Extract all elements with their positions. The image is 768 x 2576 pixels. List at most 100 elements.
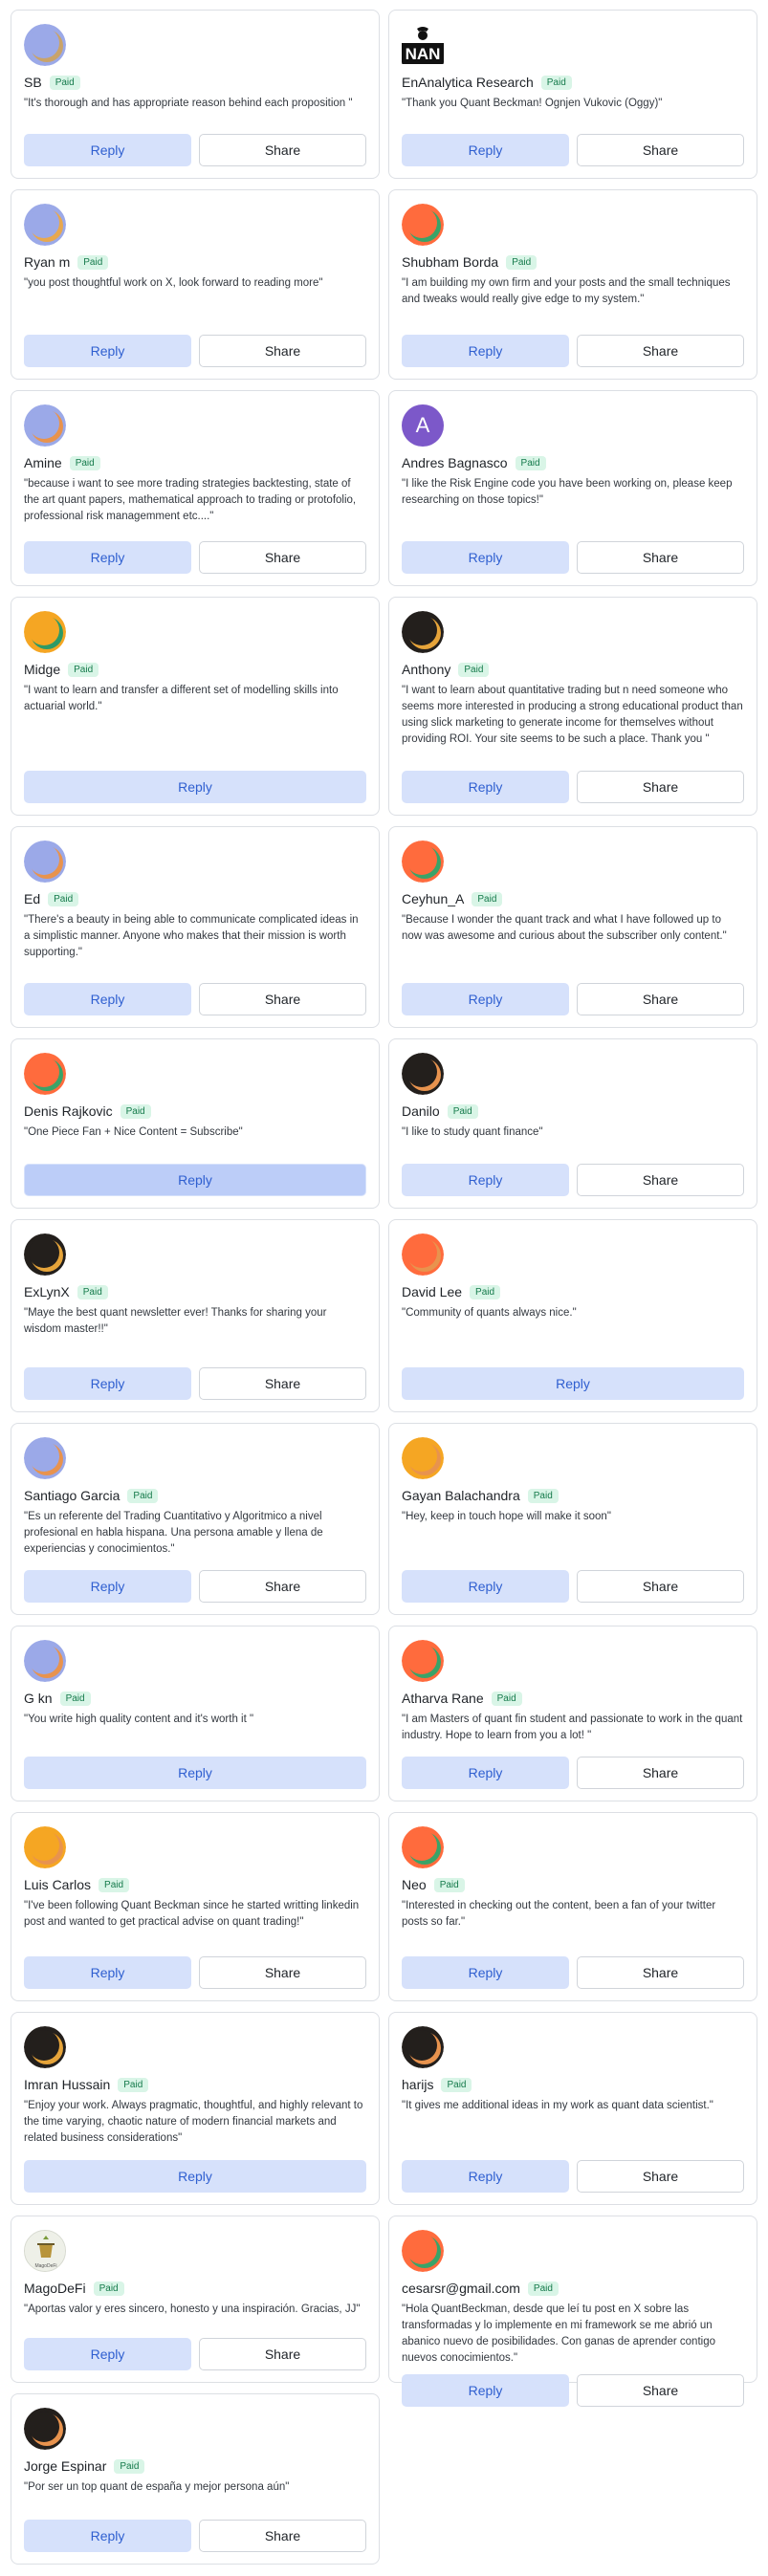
subscriber-name[interactable]: Anthony: [402, 662, 450, 677]
subscriber-name[interactable]: Andres Bagnasco: [402, 455, 508, 470]
share-button[interactable]: Share: [199, 134, 366, 166]
subscriber-name[interactable]: Neo: [402, 1877, 427, 1892]
reply-button[interactable]: Reply: [24, 983, 191, 1015]
subscriber-name[interactable]: Santiago Garcia: [24, 1488, 120, 1503]
reply-button[interactable]: Reply: [24, 1956, 191, 1989]
avatar[interactable]: [24, 1233, 66, 1276]
reply-button[interactable]: Reply: [402, 1367, 744, 1400]
avatar[interactable]: [402, 1053, 444, 1095]
subscriber-name[interactable]: David Lee: [402, 1284, 462, 1299]
subscriber-name[interactable]: Atharva Rane: [402, 1691, 484, 1706]
avatar[interactable]: [24, 611, 66, 653]
avatar[interactable]: [402, 1826, 444, 1868]
subscriber-name[interactable]: ExLynX: [24, 1284, 70, 1299]
avatar[interactable]: [24, 1826, 66, 1868]
share-button[interactable]: Share: [577, 2374, 744, 2407]
share-button[interactable]: Share: [577, 1164, 744, 1196]
reply-button[interactable]: Reply: [24, 1570, 191, 1603]
reply-button[interactable]: Reply: [24, 2160, 366, 2193]
subscriber-name[interactable]: Luis Carlos: [24, 1877, 91, 1892]
avatar[interactable]: [24, 1640, 66, 1682]
avatar[interactable]: [24, 404, 66, 447]
share-button[interactable]: Share: [199, 335, 366, 367]
subscriber-name[interactable]: Ed: [24, 891, 40, 906]
avatar[interactable]: MagoDeFi: [24, 2230, 66, 2272]
share-button[interactable]: Share: [577, 1570, 744, 1603]
reply-button[interactable]: Reply: [402, 2160, 569, 2193]
testimonial-card: Midge Paid "I want to learn and transfer a…: [11, 597, 380, 816]
reply-button[interactable]: Reply: [402, 541, 569, 574]
testimonial-grid: SB Paid "It's thorough and has appropriate…: [11, 10, 757, 2565]
subscriber-name[interactable]: Ryan m: [24, 254, 70, 270]
avatar[interactable]: [402, 204, 444, 246]
reply-button[interactable]: Reply: [24, 1367, 191, 1400]
share-button[interactable]: Share: [199, 1367, 366, 1400]
avatar[interactable]: [24, 2408, 66, 2450]
reply-button[interactable]: Reply: [402, 1757, 569, 1789]
avatar[interactable]: [24, 2026, 66, 2068]
reply-button[interactable]: Reply: [24, 2520, 191, 2552]
reply-button[interactable]: Reply: [402, 134, 569, 166]
share-button[interactable]: Share: [577, 1757, 744, 1789]
card-actions: Reply: [24, 1164, 366, 1196]
subscriber-name[interactable]: Jorge Espinar: [24, 2458, 106, 2474]
subscriber-name[interactable]: G kn: [24, 1691, 53, 1706]
subscriber-name[interactable]: Midge: [24, 662, 60, 677]
avatar[interactable]: [402, 2026, 444, 2068]
avatar[interactable]: [402, 611, 444, 653]
share-button[interactable]: Share: [199, 2520, 366, 2552]
share-button[interactable]: Share: [199, 1956, 366, 1989]
reply-button[interactable]: Reply: [402, 1570, 569, 1603]
avatar[interactable]: [402, 1640, 444, 1682]
avatar[interactable]: [24, 1053, 66, 1095]
paid-badge: Paid: [49, 75, 80, 90]
reply-button[interactable]: Reply: [24, 134, 191, 166]
share-button[interactable]: Share: [577, 983, 744, 1015]
reply-button[interactable]: Reply: [402, 771, 569, 803]
subscriber-name[interactable]: Danilo: [402, 1103, 440, 1119]
avatar[interactable]: [24, 24, 66, 66]
share-button[interactable]: Share: [199, 1570, 366, 1603]
subscriber-name[interactable]: EnAnalytica Research: [402, 75, 534, 90]
avatar[interactable]: [402, 2230, 444, 2272]
avatar[interactable]: [24, 204, 66, 246]
share-button[interactable]: Share: [577, 1956, 744, 1989]
subscriber-name[interactable]: Amine: [24, 455, 62, 470]
subscriber-name[interactable]: Denis Rajkovic: [24, 1103, 113, 1119]
avatar[interactable]: [24, 1437, 66, 1479]
reply-button[interactable]: Reply: [24, 1164, 366, 1196]
share-button[interactable]: Share: [577, 541, 744, 574]
reply-button[interactable]: Reply: [402, 2374, 569, 2407]
share-button[interactable]: Share: [199, 983, 366, 1015]
subscriber-name[interactable]: MagoDeFi: [24, 2281, 86, 2296]
reply-button[interactable]: Reply: [24, 2338, 191, 2370]
reply-button[interactable]: Reply: [24, 771, 366, 803]
subscriber-name[interactable]: SB: [24, 75, 42, 90]
reply-button[interactable]: Reply: [24, 335, 191, 367]
avatar[interactable]: A: [402, 404, 444, 447]
subscriber-name[interactable]: cesarsr@gmail.com: [402, 2281, 520, 2296]
share-button[interactable]: Share: [577, 771, 744, 803]
reply-button[interactable]: Reply: [402, 1956, 569, 1989]
reply-button[interactable]: Reply: [402, 983, 569, 1015]
subscriber-name[interactable]: Shubham Borda: [402, 254, 498, 270]
share-button[interactable]: Share: [577, 335, 744, 367]
share-button[interactable]: Share: [577, 134, 744, 166]
reply-button[interactable]: Reply: [24, 541, 191, 574]
reply-button[interactable]: Reply: [24, 1757, 366, 1789]
avatar[interactable]: [402, 840, 444, 883]
avatar[interactable]: [402, 1233, 444, 1276]
reply-button[interactable]: Reply: [402, 1164, 569, 1196]
subscriber-name[interactable]: Imran Hussain: [24, 2077, 110, 2092]
reply-button[interactable]: Reply: [402, 335, 569, 367]
avatar[interactable]: [24, 840, 66, 883]
share-button[interactable]: Share: [199, 541, 366, 574]
subscriber-name[interactable]: Ceyhun_A: [402, 891, 464, 906]
share-button[interactable]: Share: [199, 2338, 366, 2370]
subscriber-name[interactable]: harijs: [402, 2077, 433, 2092]
share-button[interactable]: Share: [577, 2160, 744, 2193]
avatar[interactable]: NAN: [402, 24, 444, 66]
subscriber-name[interactable]: Gayan Balachandra: [402, 1488, 520, 1503]
paid-badge: Paid: [77, 254, 109, 270]
avatar[interactable]: [402, 1437, 444, 1479]
